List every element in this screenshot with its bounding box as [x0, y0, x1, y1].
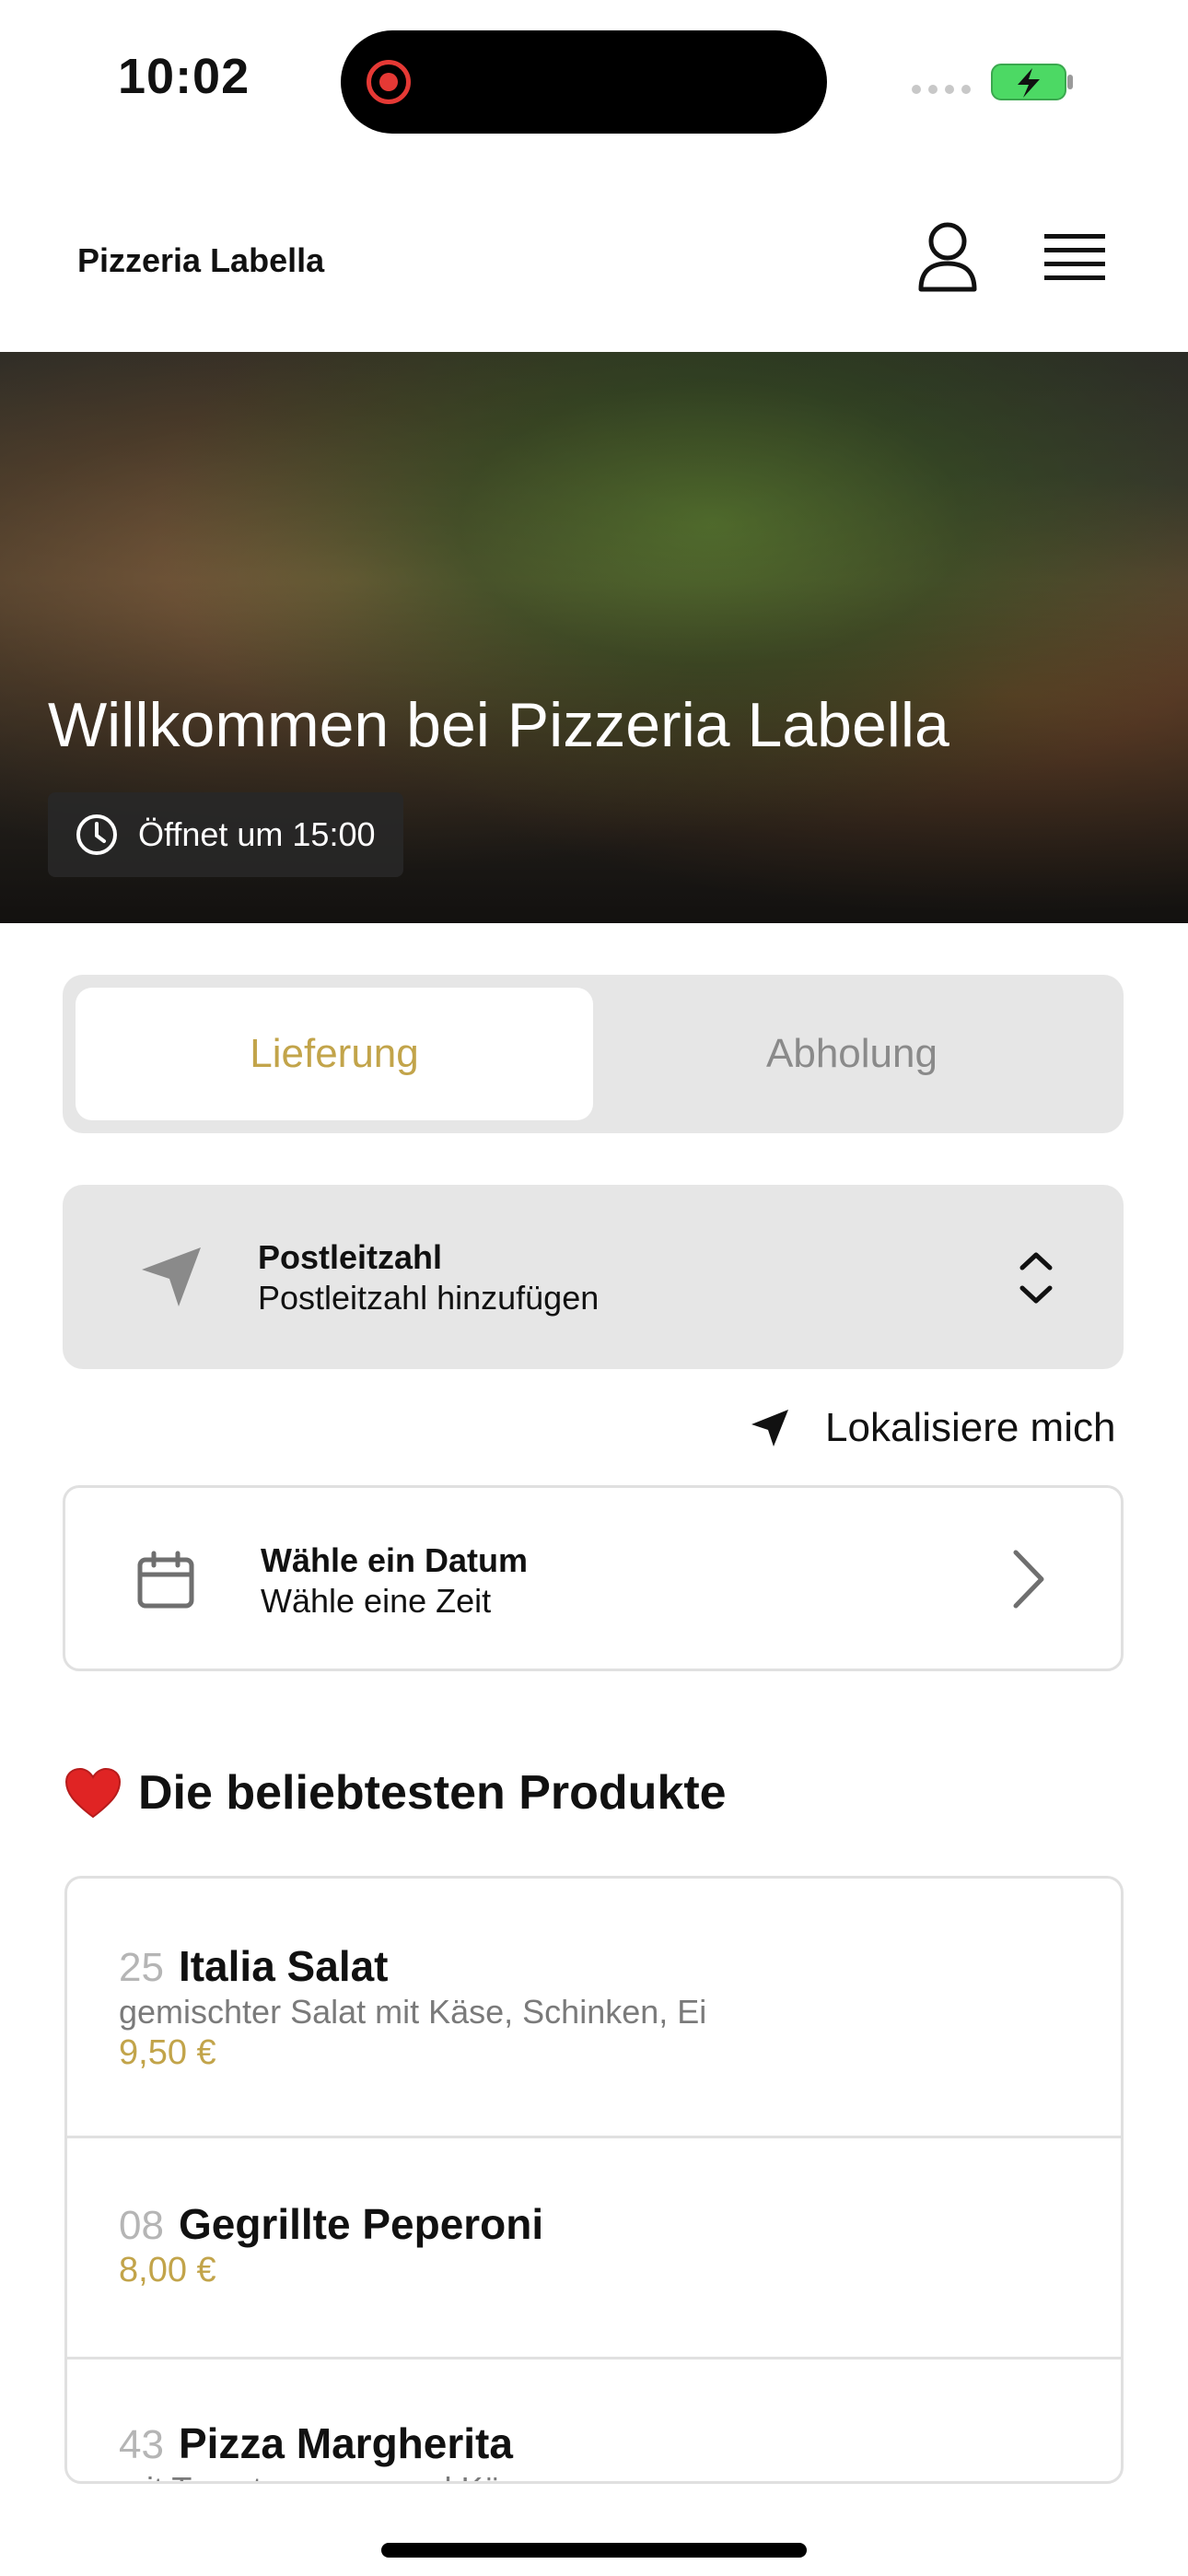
product-list: 25 Italia Salat gemischter Salat mit Käs… — [64, 1876, 1124, 2484]
postal-code-label: Postleitzahl — [258, 1238, 443, 1276]
product-item[interactable]: 25 Italia Salat gemischter Salat mit Käs… — [67, 1879, 1121, 2138]
hero-title: Willkommen bei Pizzeria Labella — [48, 690, 949, 760]
battery-charging-icon — [991, 64, 1073, 100]
product-name: Pizza Margherita — [178, 2419, 513, 2467]
signal-icon — [912, 85, 971, 94]
opening-hours-badge: Öffnet um 15:00 — [48, 792, 403, 877]
hero-banner: Willkommen bei Pizzeria Labella Öffnet u… — [0, 352, 1188, 923]
product-price: 9,50 € — [119, 2033, 216, 2072]
postal-code-value: Postleitzahl hinzufügen — [258, 1279, 600, 1317]
opening-hours-text: Öffnet um 15:00 — [138, 815, 376, 853]
clock-icon — [76, 814, 117, 855]
product-item[interactable]: 43 Pizza Margherita mit Tomatensauce und… — [67, 2359, 1121, 2481]
menu-icon[interactable] — [1042, 230, 1107, 286]
location-arrow-icon — [142, 1247, 201, 1306]
status-bar: 10:02 — [0, 0, 1188, 166]
locate-me-label: Lokalisiere mich — [825, 1405, 1116, 1450]
chevron-updown-icon — [1019, 1252, 1053, 1304]
status-time: 10:02 — [118, 49, 250, 104]
product-name: Italia Salat — [178, 1942, 389, 1990]
product-description: gemischter Salat mit Käse, Schinken, Ei — [119, 1993, 707, 2031]
heart-icon — [64, 1767, 122, 1819]
location-arrow-icon — [751, 1410, 788, 1446]
product-item[interactable]: 08 Gegrillte Peperoni 8,00 € — [67, 2138, 1121, 2359]
time-label: Wähle eine Zeit — [261, 1582, 492, 1620]
tab-pickup[interactable]: Abholung — [593, 988, 1111, 1120]
product-description: mit Tomatensauce und Käse — [119, 2470, 537, 2481]
calendar-icon — [137, 1551, 194, 1609]
tab-delivery[interactable]: Lieferung — [76, 988, 593, 1120]
app-header: Pizzeria Labella — [0, 166, 1188, 352]
product-number: 08 — [119, 2203, 164, 2248]
postal-code-selector[interactable]: Postleitzahl Postleitzahl hinzufügen — [63, 1185, 1124, 1369]
home-indicator[interactable] — [381, 2543, 807, 2558]
product-number: 43 — [119, 2422, 164, 2467]
order-mode-toggle: Lieferung Abholung — [63, 975, 1124, 1133]
popular-products-title: Die beliebtesten Produkte — [138, 1766, 727, 1820]
product-price: 8,00 € — [119, 2251, 216, 2289]
dynamic-island — [341, 30, 827, 134]
brand-name[interactable]: Pizzeria Labella — [77, 241, 324, 280]
chevron-right-icon — [1013, 1550, 1044, 1609]
product-name: Gegrillte Peperoni — [178, 2200, 544, 2248]
user-icon[interactable] — [917, 221, 978, 293]
locate-me-link[interactable]: Lokalisiere mich — [748, 1399, 1115, 1458]
popular-products-heading: Die beliebtesten Produkte — [64, 1765, 727, 1821]
date-time-picker[interactable]: Wähle ein Datum Wähle eine Zeit — [63, 1485, 1124, 1671]
date-label: Wähle ein Datum — [261, 1541, 529, 1579]
record-icon — [367, 60, 411, 104]
product-number: 25 — [119, 1945, 164, 1990]
